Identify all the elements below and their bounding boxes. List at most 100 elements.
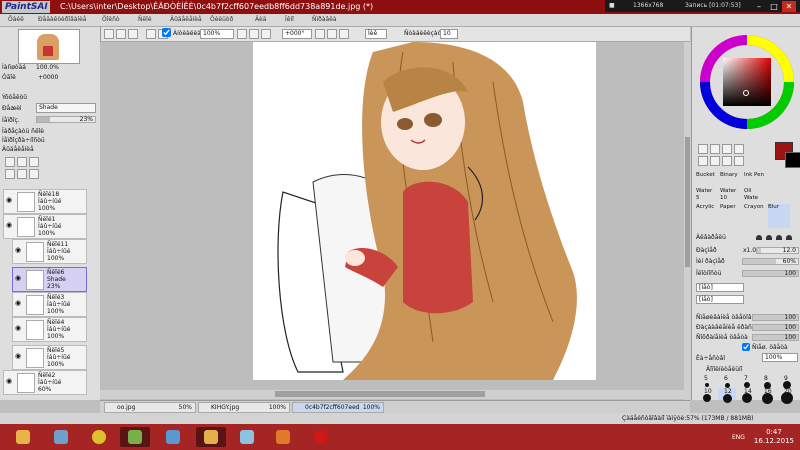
brush-size-preset[interactable]: 8: [758, 375, 776, 389]
new-set-icon[interactable]: [17, 157, 27, 167]
language-indicator[interactable]: ENG: [732, 434, 745, 441]
visibility-eye-icon[interactable]: ◉: [15, 246, 24, 255]
layer-item[interactable]: ◉ Ñëîé18 Îáû÷íûé 100%: [3, 189, 87, 214]
move-icon[interactable]: [698, 156, 708, 166]
blend-mode-select[interactable]: Shade: [36, 103, 96, 113]
brush-size-preset[interactable]: 16: [758, 388, 776, 404]
zoom-field[interactable]: 100%: [200, 29, 234, 39]
secondary-color-swatch[interactable]: [785, 152, 800, 168]
new-folder-icon[interactable]: [29, 157, 39, 167]
horizontal-scrollbar[interactable]: [100, 390, 684, 399]
file-tab[interactable]: oo.jpg 50%: [104, 402, 196, 413]
file-tab-active[interactable]: 0c4b7f2cff607eedb8ff6...100%: [292, 402, 384, 413]
layer-item[interactable]: ◉ Ñëîé3 Îáû÷íûé 100%: [12, 292, 87, 317]
blend-slider[interactable]: 100: [752, 314, 799, 321]
visibility-eye-icon[interactable]: ◉: [6, 196, 15, 205]
sai-icon[interactable]: [120, 427, 150, 447]
blend-color-checkbox[interactable]: [742, 343, 750, 351]
chrome-icon[interactable]: [84, 427, 114, 447]
pattern-select[interactable]: [Íåò]: [696, 295, 744, 304]
delete-layer-icon[interactable]: [29, 169, 39, 179]
visibility-eye-icon[interactable]: ◉: [6, 377, 15, 386]
brush-tool-acrylic[interactable]: Acrylic: [696, 204, 718, 228]
min-size-slider[interactable]: 60%: [742, 258, 799, 265]
opacity-slider[interactable]: 23%: [36, 116, 96, 123]
layer-item[interactable]: ◉ Ñëîé6 Shade 23%: [12, 267, 87, 292]
stabilizer-field[interactable]: 10: [440, 29, 458, 39]
close-button[interactable]: ✕: [782, 1, 796, 12]
antialias-checkbox[interactable]: [162, 28, 171, 37]
layer-item[interactable]: ◉ Ñëîé2 Îáû÷íûé 60%: [3, 370, 87, 395]
brush-tool-paper[interactable]: Paper: [720, 204, 742, 228]
size-multiplier[interactable]: x1.0: [743, 247, 756, 254]
menu-file[interactable]: Ôàéë: [8, 16, 24, 23]
layer-item[interactable]: ◉ Ñëîé11 Îáû÷íûé 100%: [12, 239, 87, 264]
minimize-button[interactable]: –: [752, 1, 766, 12]
brush-tool-crayon[interactable]: Crayon: [744, 204, 766, 228]
zoom-plus-icon[interactable]: [249, 29, 259, 39]
persistence-slider[interactable]: 100: [752, 334, 799, 341]
menu-layer[interactable]: Ñëîé: [138, 16, 152, 23]
brush-size-preset[interactable]: 10: [698, 388, 716, 402]
brush-size-preset[interactable]: 5: [698, 375, 716, 387]
marquee-icon[interactable]: [698, 144, 708, 154]
selection-tool-icon[interactable]: [104, 29, 114, 39]
file-tab[interactable]: KIHGY.jpg 100%: [198, 402, 290, 413]
texture-select[interactable]: [Íåò]: [696, 283, 744, 292]
selection-source-check[interactable]: Âûäåëåíèå: [2, 146, 34, 153]
brush-size-preset[interactable]: 14: [738, 388, 756, 403]
menu-window[interactable]: Îêíî: [285, 16, 294, 23]
visibility-eye-icon[interactable]: ◉: [15, 352, 24, 361]
new-layer-icon[interactable]: [5, 157, 15, 167]
record-app-icon[interactable]: [306, 427, 336, 447]
vertical-scrollbar[interactable]: [684, 42, 691, 400]
visibility-eye-icon[interactable]: ◉: [15, 299, 24, 308]
color-wheel[interactable]: [698, 33, 796, 131]
mode-field[interactable]: Ïèê: [365, 29, 387, 39]
brush-shape-presets[interactable]: [754, 233, 798, 241]
magic-wand-icon[interactable]: [722, 144, 732, 154]
tools-icon[interactable]: [46, 427, 76, 447]
visibility-eye-icon[interactable]: ◉: [15, 324, 24, 333]
layer-item[interactable]: ◉ Ñëîé5 Îáû÷íûé 100%: [12, 345, 87, 370]
rotate-right-icon[interactable]: [327, 29, 337, 39]
visibility-eye-icon[interactable]: ◉: [15, 274, 24, 283]
lasso-icon[interactable]: [710, 144, 720, 154]
media-icon[interactable]: [268, 427, 298, 447]
opacity-lock-check[interactable]: Íåïðîçðà÷íîñòü: [2, 137, 45, 144]
density-slider[interactable]: 100: [742, 270, 799, 277]
select-pen-icon[interactable]: [734, 144, 744, 154]
menu-help[interactable]: Ñïðàâêà: [312, 16, 337, 23]
rotate-reset-icon[interactable]: [339, 29, 349, 39]
brush-size-preset[interactable]: 6: [718, 375, 736, 388]
menu-filter[interactable]: Ôèëüòð: [210, 16, 233, 23]
explorer-icon[interactable]: [8, 427, 38, 447]
clear-layer-icon[interactable]: [17, 169, 27, 179]
layer-item[interactable]: ◉ Ñëîé4 Îáû÷íûé 100%: [12, 317, 87, 342]
clip-check[interactable]: Îáðåçàòü ñëîè: [2, 128, 44, 135]
zoom-tool-icon[interactable]: [710, 156, 720, 166]
app-icon[interactable]: [158, 427, 188, 447]
menu-edit[interactable]: Ðåäàêòèðîâàíèå: [38, 16, 86, 23]
canvas-artwork[interactable]: [253, 42, 596, 380]
brush-tool-blur[interactable]: Blur: [768, 204, 790, 228]
rotation-field[interactable]: +000°: [282, 29, 312, 39]
rotate-tool-icon[interactable]: [722, 156, 732, 166]
folder-icon[interactable]: [196, 427, 226, 447]
size-slider[interactable]: 12.0: [756, 247, 799, 254]
clock[interactable]: 0:47 16.12.2015: [754, 428, 794, 446]
brush-size-preset[interactable]: 9: [778, 375, 796, 389]
advanced-label[interactable]: Äîïîëíèòåëüíî: [706, 366, 742, 373]
quality-select[interactable]: 100%: [762, 353, 798, 362]
visibility-eye-icon[interactable]: ◉: [6, 221, 15, 230]
zoom-in-icon[interactable]: [146, 29, 156, 39]
rotate-left-icon[interactable]: [315, 29, 325, 39]
layer-item[interactable]: ◉ Ñëîé1 Îáû÷íûé 100%: [3, 214, 87, 239]
maximize-button[interactable]: □: [767, 1, 781, 12]
invert-selection-icon[interactable]: [128, 29, 138, 39]
deselect-icon[interactable]: [116, 29, 126, 39]
menu-view[interactable]: Âèä: [255, 16, 266, 23]
brush-size-preset[interactable]: 7: [738, 375, 756, 388]
menu-canvas[interactable]: Õîëñò: [102, 16, 120, 23]
zoom-minus-icon[interactable]: [237, 29, 247, 39]
